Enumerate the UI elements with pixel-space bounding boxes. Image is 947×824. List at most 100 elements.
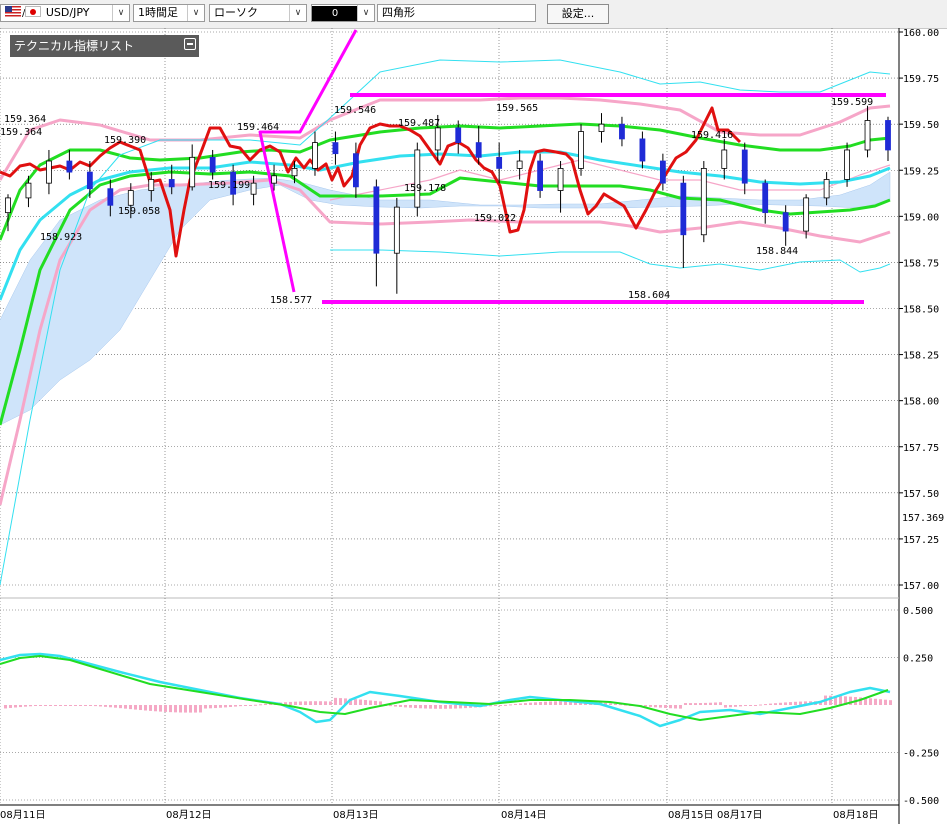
osc-histogram-bar <box>309 701 312 705</box>
osc-histogram-bar <box>354 699 357 705</box>
osc-histogram-bar <box>669 705 672 709</box>
candle-body <box>721 149 728 169</box>
candle-body <box>659 160 666 184</box>
osc-histogram-bar <box>149 705 152 711</box>
price-tick-label: 158.00 <box>903 397 939 408</box>
candle-body <box>373 186 380 254</box>
price-annotation: 159.058 <box>118 206 160 217</box>
osc-histogram-bar <box>374 700 377 705</box>
osc-histogram-bar <box>424 705 427 709</box>
osc-cyan-line <box>0 652 891 728</box>
osc-histogram-bar <box>679 705 682 709</box>
osc-histogram-bar <box>434 705 437 709</box>
candle-body <box>803 197 810 232</box>
indicator-list-title: テクニカル指標リスト <box>14 39 135 53</box>
osc-histogram-bar <box>64 705 67 706</box>
osc-histogram-bar <box>204 705 207 709</box>
osc-histogram-bar <box>189 705 192 713</box>
candle-body <box>107 188 114 206</box>
osc-histogram-bar <box>884 699 887 705</box>
osc-tick-label: 0.250 <box>903 654 933 665</box>
osc-histogram-bar <box>229 705 232 708</box>
osc-histogram-bar <box>94 705 97 707</box>
osc-histogram-bar <box>99 705 102 707</box>
osc-histogram-bar <box>239 705 242 707</box>
osc-histogram-bar <box>709 702 712 705</box>
osc-histogram-bar <box>39 705 42 706</box>
candle-body <box>762 182 769 214</box>
osc-histogram-bar <box>324 701 327 705</box>
osc-histogram-bar <box>774 703 777 705</box>
osc-histogram-bar <box>414 705 417 709</box>
osc-histogram-bar <box>449 705 452 709</box>
osc-histogram-bar <box>264 703 267 705</box>
price-annotation: 159.416 <box>691 130 733 141</box>
osc-histogram-bar <box>784 702 787 705</box>
osc-histogram-bar <box>109 705 112 708</box>
candle-body <box>844 149 850 180</box>
osc-histogram-bar <box>379 701 382 705</box>
price-tick-label: 160.00 <box>903 28 939 39</box>
chart-area[interactable]: 160.00 159.75 159.50 159.25 159.00 158.75 158.… <box>0 0 947 824</box>
osc-histogram-bar <box>519 703 522 705</box>
price-annotation: 159.546 <box>334 105 376 116</box>
candle-body <box>680 182 687 236</box>
minimize-icon[interactable] <box>184 38 196 50</box>
osc-histogram-bar <box>359 699 362 705</box>
osc-histogram-bar <box>199 705 202 713</box>
osc-histogram-bar <box>499 705 502 706</box>
osc-histogram-bar <box>454 705 457 709</box>
price-tick-label: 157.50 <box>903 489 939 500</box>
osc-histogram-bar <box>154 705 157 712</box>
osc-histogram-bar <box>714 702 717 705</box>
osc-tick-label: -0.500 <box>903 796 939 807</box>
price-tick-label: 158.75 <box>903 258 939 269</box>
indicator-list-panel[interactable]: テクニカル指標リスト <box>10 35 199 57</box>
price-tick-label: 159.75 <box>903 74 939 85</box>
price-annotation: 159.565 <box>496 103 538 114</box>
candle-body <box>537 160 543 191</box>
osc-histogram-bar <box>729 705 732 708</box>
candle-body <box>741 149 748 184</box>
price-annotation: 159.364 <box>4 114 46 125</box>
candle-body <box>475 142 482 158</box>
price-annotation: 159.022 <box>474 213 516 224</box>
osc-histogram-bar <box>209 705 212 709</box>
osc-histogram-bar <box>684 703 687 705</box>
osc-histogram-bar <box>294 701 297 705</box>
osc-histogram-bar <box>259 704 262 706</box>
osc-histogram-bar <box>24 705 27 707</box>
osc-histogram-bar <box>334 697 337 705</box>
osc-histogram-bar <box>234 705 237 707</box>
candle-body <box>598 123 605 132</box>
osc-histogram-bar <box>339 698 342 705</box>
osc-histogram-bar <box>754 704 757 706</box>
osc-histogram-bar <box>319 701 322 705</box>
candle-body <box>885 120 891 151</box>
candle-body <box>127 190 134 206</box>
osc-histogram-bar <box>674 705 677 709</box>
candle-body <box>271 175 277 184</box>
osc-histogram-bar <box>664 705 667 708</box>
osc-histogram-bar <box>169 705 172 713</box>
current-price-label: 157.369 <box>902 513 944 524</box>
candle-body <box>291 168 298 177</box>
osc-histogram-bar <box>49 705 52 706</box>
osc-histogram-bar <box>749 705 752 706</box>
osc-histogram-bar <box>394 705 397 707</box>
osc-green-line <box>0 655 889 721</box>
osc-histogram-bar <box>139 705 142 711</box>
price-annotation: 159.364 <box>0 127 42 138</box>
osc-histogram-bar <box>759 704 762 706</box>
candle-body <box>5 197 11 214</box>
osc-histogram-bar <box>19 705 22 708</box>
osc-histogram-bar <box>769 703 772 705</box>
osc-histogram-bar <box>869 698 872 705</box>
osc-histogram-bar <box>654 705 657 708</box>
candle-body <box>86 171 93 190</box>
osc-histogram-bar <box>364 699 367 705</box>
osc-tick-label: -0.250 <box>903 749 939 760</box>
osc-histogram-bar <box>34 705 37 706</box>
osc-histogram-bar <box>84 705 87 706</box>
candle-body <box>496 156 503 169</box>
